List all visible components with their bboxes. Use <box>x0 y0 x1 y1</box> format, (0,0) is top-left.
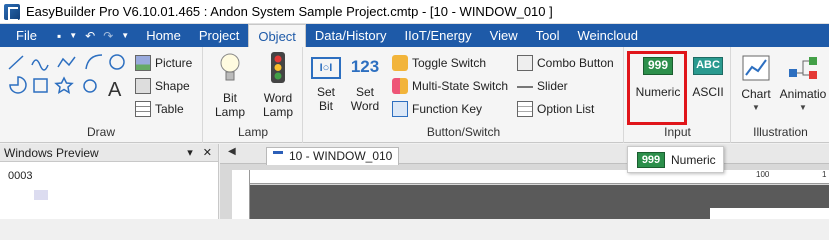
window-title: EasyBuilder Pro V6.10.01.465 : Andon Sys… <box>26 4 553 19</box>
shape-tools-icon[interactable]: A <box>6 53 128 103</box>
numeric-tooltip: 999 Numeric <box>627 146 724 173</box>
light-bulb-icon <box>220 53 240 81</box>
shape-icon <box>135 78 151 94</box>
multi-state-switch-button[interactable]: Multi-State Switch <box>392 78 508 94</box>
draw-shape-palette: A <box>6 53 128 103</box>
bit-lamp-button[interactable]: Bit Lamp <box>210 51 250 119</box>
ruler-label-next: 1 <box>822 170 827 179</box>
combo-button-button[interactable]: Combo Button <box>517 55 614 71</box>
button-switch-group: I○I Set Bit 123 Set Word Toggle Switch M… <box>304 47 624 143</box>
tab-object[interactable]: Object <box>248 24 306 48</box>
lamp-group: Bit Lamp Word Lamp Lamp <box>204 47 303 143</box>
set-bit-button[interactable]: I○I Set Bit <box>308 51 344 113</box>
button-switch-group-label: Button/Switch <box>426 125 501 139</box>
customize-icon[interactable]: ▼ <box>121 30 129 42</box>
canvas-window-region[interactable] <box>710 208 829 219</box>
illustration-group: Chart ▼ Animatio ▼ Illustration <box>732 47 829 143</box>
preview-window-item[interactable]: 0003 <box>0 162 218 182</box>
table-icon <box>135 101 151 117</box>
document-tabstrip: ◀ 10 - WINDOW_010 <box>220 144 829 165</box>
shape-button[interactable]: Shape <box>135 78 190 94</box>
redo-icon[interactable]: ↷ <box>103 30 113 42</box>
multi-state-switch-icon <box>392 78 408 94</box>
undo-icon[interactable]: ↶ <box>85 30 95 42</box>
numeric-tooltip-icon: 999 <box>637 151 665 168</box>
vertical-ruler <box>232 170 250 219</box>
traffic-light-icon <box>271 52 285 83</box>
windows-preview-title: Windows Preview <box>4 145 99 160</box>
table-button[interactable]: Table <box>135 101 184 117</box>
draw-group-label: Draw <box>86 125 115 139</box>
app-logo-icon <box>4 3 20 21</box>
tab-scroll-left-icon[interactable]: ◀ <box>228 146 236 157</box>
tab-data-history[interactable]: Data/History <box>306 24 396 47</box>
title-bar: EasyBuilder Pro V6.10.01.465 : Andon Sys… <box>0 0 829 24</box>
chart-dropdown-icon[interactable]: ▼ <box>738 101 774 115</box>
preview-thumbnail[interactable] <box>34 190 48 200</box>
menu-bar: File ▪ ▼ ↶ ↷ ▼ Home Project Object Data/… <box>0 24 829 48</box>
ribbon: A Picture Shape Table Draw Bit Lamp Word… <box>0 47 829 143</box>
quick-access-toolbar: ▪ ▼ ↶ ↷ ▼ <box>49 30 137 42</box>
combo-button-icon <box>517 55 533 71</box>
svg-text:A: A <box>108 79 122 101</box>
slider-icon <box>517 86 533 94</box>
editor-area: ◀ 10 - WINDOW_010 100 1 <box>220 144 829 219</box>
word-lamp-button[interactable]: Word Lamp <box>256 51 300 119</box>
chart-button[interactable]: Chart ▼ <box>738 51 774 115</box>
pin-dropdown-icon[interactable]: ▾ <box>187 146 193 159</box>
ruler-label-100: 100 <box>756 170 770 179</box>
option-list-button[interactable]: Option List <box>517 101 594 117</box>
tab-iiot-energy[interactable]: IIoT/Energy <box>395 24 480 47</box>
toggle-switch-icon <box>392 55 408 71</box>
draw-group: A Picture Shape Table Draw <box>0 47 203 143</box>
animation-dropdown-icon[interactable]: ▼ <box>778 101 828 115</box>
toggle-switch-button[interactable]: Toggle Switch <box>392 55 486 71</box>
animation-icon <box>789 57 817 79</box>
picture-icon <box>135 55 151 71</box>
save-icon[interactable]: ▪ <box>57 30 61 42</box>
windows-preview-panel: Windows Preview ▾ ✕ 0003 <box>0 144 219 219</box>
lamp-group-label: Lamp <box>237 125 269 139</box>
numeric-tooltip-text: Numeric <box>671 152 716 167</box>
close-icon[interactable]: ✕ <box>203 146 212 159</box>
file-menu[interactable]: File <box>0 28 49 43</box>
set-word-icon: 123 <box>350 57 380 76</box>
illustration-group-label: Illustration <box>753 125 808 139</box>
set-bit-icon: I○I <box>311 57 341 79</box>
active-tab-marker-icon <box>273 151 283 154</box>
tab-home[interactable]: Home <box>137 24 190 47</box>
chart-icon <box>742 55 770 81</box>
tab-view[interactable]: View <box>481 24 527 47</box>
picture-button[interactable]: Picture <box>135 55 192 71</box>
ascii-icon: ABC <box>693 57 723 75</box>
function-key-button[interactable]: Function Key <box>392 101 482 117</box>
slider-button[interactable]: Slider <box>517 78 568 94</box>
set-word-button[interactable]: 123 Set Word <box>346 51 384 113</box>
numeric-highlight-box <box>627 51 687 125</box>
tab-window-010[interactable]: 10 - WINDOW_010 <box>266 147 400 165</box>
tab-weincloud[interactable]: Weincloud <box>568 24 646 47</box>
ascii-button[interactable]: ABC ASCII <box>689 51 727 99</box>
horizontal-ruler: 100 1 <box>250 170 829 184</box>
tab-project[interactable]: Project <box>190 24 248 47</box>
dropdown-icon[interactable]: ▼ <box>69 30 77 42</box>
animation-button[interactable]: Animatio ▼ <box>778 51 828 115</box>
input-group-label: Input <box>664 125 691 139</box>
windows-preview-header: Windows Preview ▾ ✕ <box>0 144 218 162</box>
option-list-icon <box>517 101 533 117</box>
tab-tool[interactable]: Tool <box>527 24 569 47</box>
function-key-icon <box>392 101 408 117</box>
